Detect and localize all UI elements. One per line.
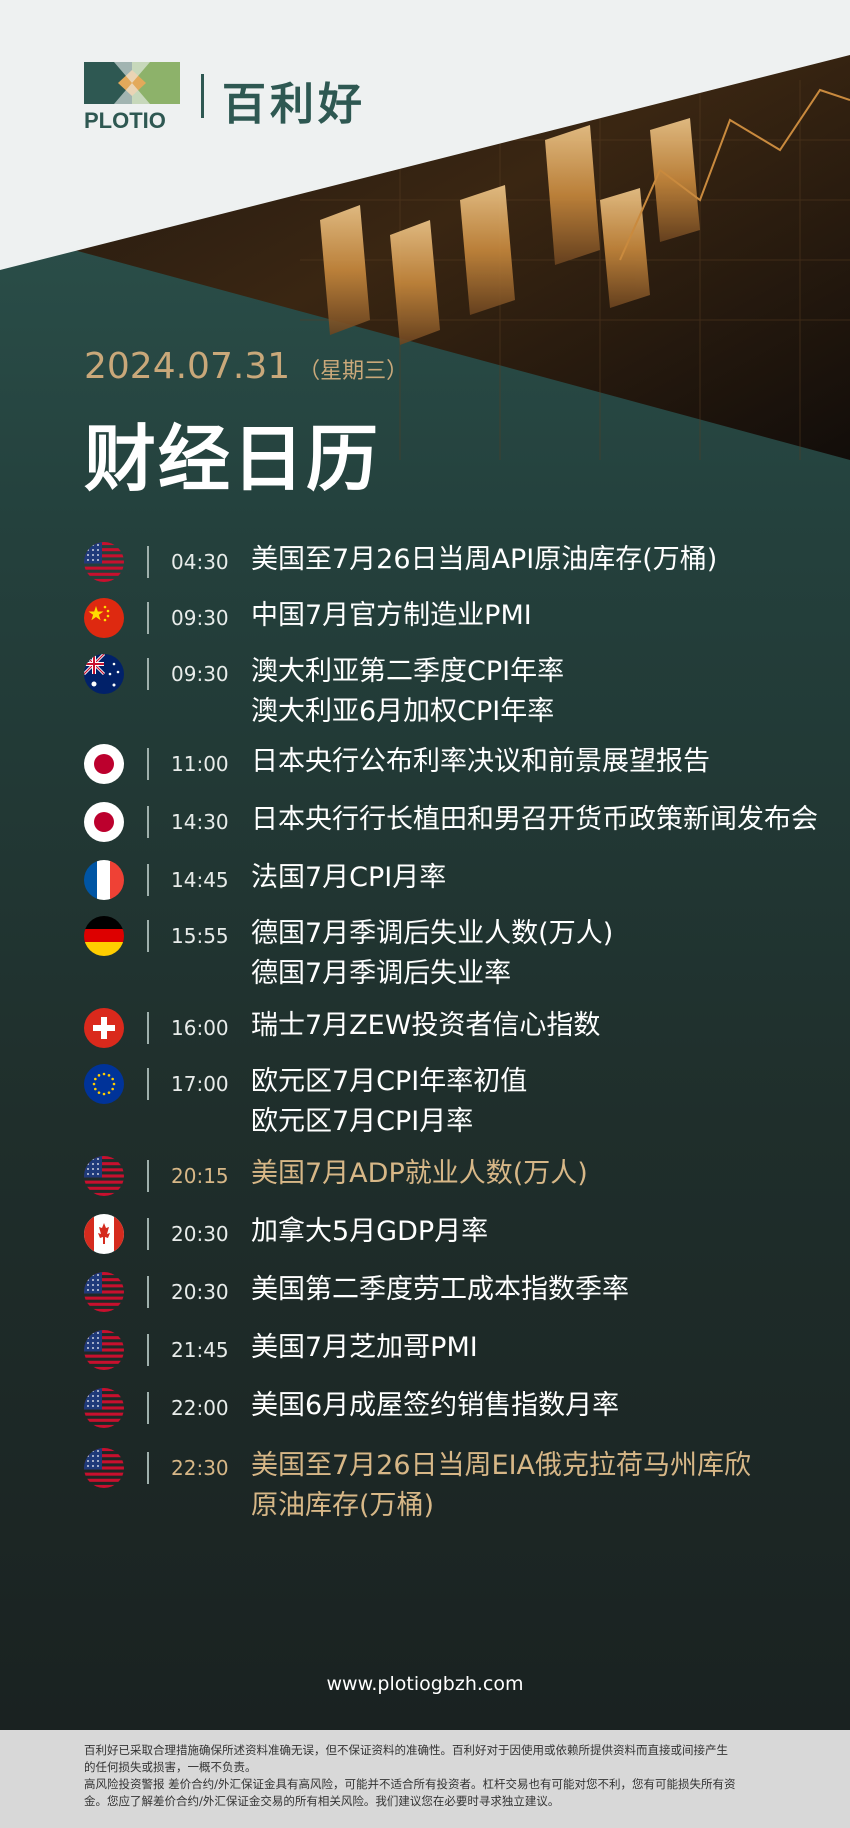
- event-description: 澳大利亚第二季度CPI年率 澳大利亚6月加权CPI年率: [251, 652, 564, 732]
- event-description-line: 中国7月官方制造业PMI: [251, 600, 532, 631]
- event-time: 20:30: [171, 1222, 229, 1246]
- event-time: 04:30: [171, 550, 229, 574]
- event-description: 法国7月CPI月率: [251, 858, 446, 898]
- event-description: 美国至7月26日当周API原油库存(万桶): [251, 540, 717, 580]
- event-description-line: 美国7月芝加哥PMI: [251, 1332, 478, 1363]
- event-description: 美国至7月26日当周EIA俄克拉荷马州库欣 原油库存(万桶): [251, 1446, 751, 1526]
- event-description-line: 法国7月CPI月率: [251, 862, 447, 893]
- event-description-line: 日本央行行长植田和男召开货币政策新闻发布会: [251, 804, 818, 835]
- event-time: 21:45: [171, 1338, 229, 1362]
- us-flag-icon: [84, 1156, 124, 1196]
- event-description-line: 欧元区7月CPI年率初值: [251, 1066, 528, 1097]
- event-time: 22:00: [171, 1396, 229, 1420]
- event-time: 15:55: [171, 924, 229, 948]
- us-flag-icon: [84, 1272, 124, 1312]
- event-separator: [147, 546, 149, 578]
- event-description-line: 澳大利亚6月加权CPI年率: [251, 696, 555, 727]
- canada-flag-icon: [84, 1214, 124, 1254]
- date: 2024.07.31: [84, 346, 291, 387]
- event-separator: [147, 1068, 149, 1100]
- event-separator: [147, 1218, 149, 1250]
- event-separator: [147, 1276, 149, 1308]
- eu-flag-icon: [84, 1064, 124, 1104]
- event-separator: [147, 920, 149, 952]
- event-time: 14:30: [171, 810, 229, 834]
- event-description: 日本央行行长植田和男召开货币政策新闻发布会: [251, 800, 818, 840]
- australia-flag-icon: [84, 654, 124, 694]
- event-separator: [147, 602, 149, 634]
- event-description-line: 德国7月季调后失业率: [251, 958, 512, 989]
- us-flag-icon: [84, 1330, 124, 1370]
- event-separator: [147, 806, 149, 838]
- event-description-line: 原油库存(万桶): [251, 1490, 435, 1521]
- event-description-line: 美国6月成屋签约销售指数月率: [251, 1390, 620, 1421]
- event-separator: [147, 1334, 149, 1366]
- disclaimer-line: 的任何损失或损害，一概不负责。: [84, 1760, 257, 1774]
- event-description: 加拿大5月GDP月率: [251, 1212, 488, 1252]
- event-description-line: 澳大利亚第二季度CPI年率: [251, 656, 565, 687]
- weekday: （星期三）: [298, 359, 409, 384]
- event-separator: [147, 864, 149, 896]
- event-description: 美国7月芝加哥PMI: [251, 1328, 478, 1368]
- event-time: 17:00: [171, 1072, 229, 1096]
- event-description: 瑞士7月ZEW投资者信心指数: [251, 1006, 600, 1046]
- disclaimer-line: 金。您应了解差价合约/外汇保证金交易的所有相关风险。我们建议您在必要时寻求独立建…: [84, 1794, 560, 1808]
- event-description-line: 美国第二季度劳工成本指数季率: [251, 1274, 629, 1305]
- calendar-poster: PLOTIO 百利好 2024.07.31 （星期三） 财经日历 04:30 美国至…: [0, 0, 850, 1828]
- website-url: www.plotiogbzh.com: [326, 1673, 524, 1695]
- germany-flag-icon: [84, 916, 124, 956]
- disclaimer-line: 高风险投资警报 差价合约/外汇保证金具有高风险，可能并不适合所有投资者。杠杆交易…: [84, 1777, 736, 1791]
- event-separator: [147, 1452, 149, 1484]
- event-description-line: 加拿大5月GDP月率: [251, 1216, 489, 1247]
- event-description-line: 美国7月ADP就业人数(万人): [251, 1158, 588, 1189]
- page-title: 财经日历: [84, 417, 381, 501]
- event-time: 09:30: [171, 606, 229, 630]
- event-description-line: 欧元区7月CPI月率: [251, 1106, 474, 1137]
- event-time: 16:00: [171, 1016, 229, 1040]
- brand-name: 百利好: [222, 79, 366, 130]
- event-description: 日本央行公布利率决议和前景展望报告: [251, 742, 710, 782]
- japan-flag-icon: [84, 802, 124, 842]
- event-description: 欧元区7月CPI年率初值 欧元区7月CPI月率: [251, 1062, 527, 1142]
- china-flag-icon: [84, 598, 124, 638]
- svg-text:PLOTIO: PLOTIO: [84, 108, 166, 132]
- event-description: 美国第二季度劳工成本指数季率: [251, 1270, 629, 1310]
- event-separator: [147, 1160, 149, 1192]
- event-description: 德国7月季调后失业人数(万人) 德国7月季调后失业率: [251, 914, 613, 994]
- event-description: 美国6月成屋签约销售指数月率: [251, 1386, 619, 1426]
- logo-divider: [201, 74, 204, 118]
- event-description-line: 德国7月季调后失业人数(万人): [251, 918, 614, 949]
- event-description-line: 瑞士7月ZEW投资者信心指数: [251, 1010, 601, 1041]
- disclaimer-line: 百利好已采取合理措施确保所述资料准确无误，但不保证资料的准确性。百利好对于因使用…: [84, 1743, 728, 1757]
- event-separator: [147, 1392, 149, 1424]
- event-description-line: 美国至7月26日当周API原油库存(万桶): [251, 544, 718, 575]
- plotio-logo: PLOTIO: [84, 62, 180, 133]
- us-flag-icon: [84, 542, 124, 582]
- event-separator: [147, 748, 149, 780]
- japan-flag-icon: [84, 744, 124, 784]
- event-separator: [147, 1012, 149, 1044]
- event-separator: [147, 658, 149, 690]
- event-description-line: 美国至7月26日当周EIA俄克拉荷马州库欣: [251, 1450, 752, 1481]
- event-description: 中国7月官方制造业PMI: [251, 596, 532, 636]
- event-description: 美国7月ADP就业人数(万人): [251, 1154, 588, 1194]
- event-time: 20:15: [171, 1164, 229, 1188]
- us-flag-icon: [84, 1448, 124, 1488]
- event-time: 20:30: [171, 1280, 229, 1304]
- france-flag-icon: [84, 860, 124, 900]
- switzerland-flag-icon: [84, 1008, 124, 1048]
- event-time: 14:45: [171, 868, 229, 892]
- event-time: 09:30: [171, 662, 229, 686]
- event-description-line: 日本央行公布利率决议和前景展望报告: [251, 746, 710, 777]
- us-flag-icon: [84, 1388, 124, 1428]
- event-time: 11:00: [171, 752, 229, 776]
- disclaimer: 百利好已采取合理措施确保所述资料准确无误，但不保证资料的准确性。百利好对于因使用…: [0, 1730, 850, 1828]
- event-time: 22:30: [171, 1456, 229, 1480]
- date-header: 2024.07.31 （星期三）: [84, 346, 408, 387]
